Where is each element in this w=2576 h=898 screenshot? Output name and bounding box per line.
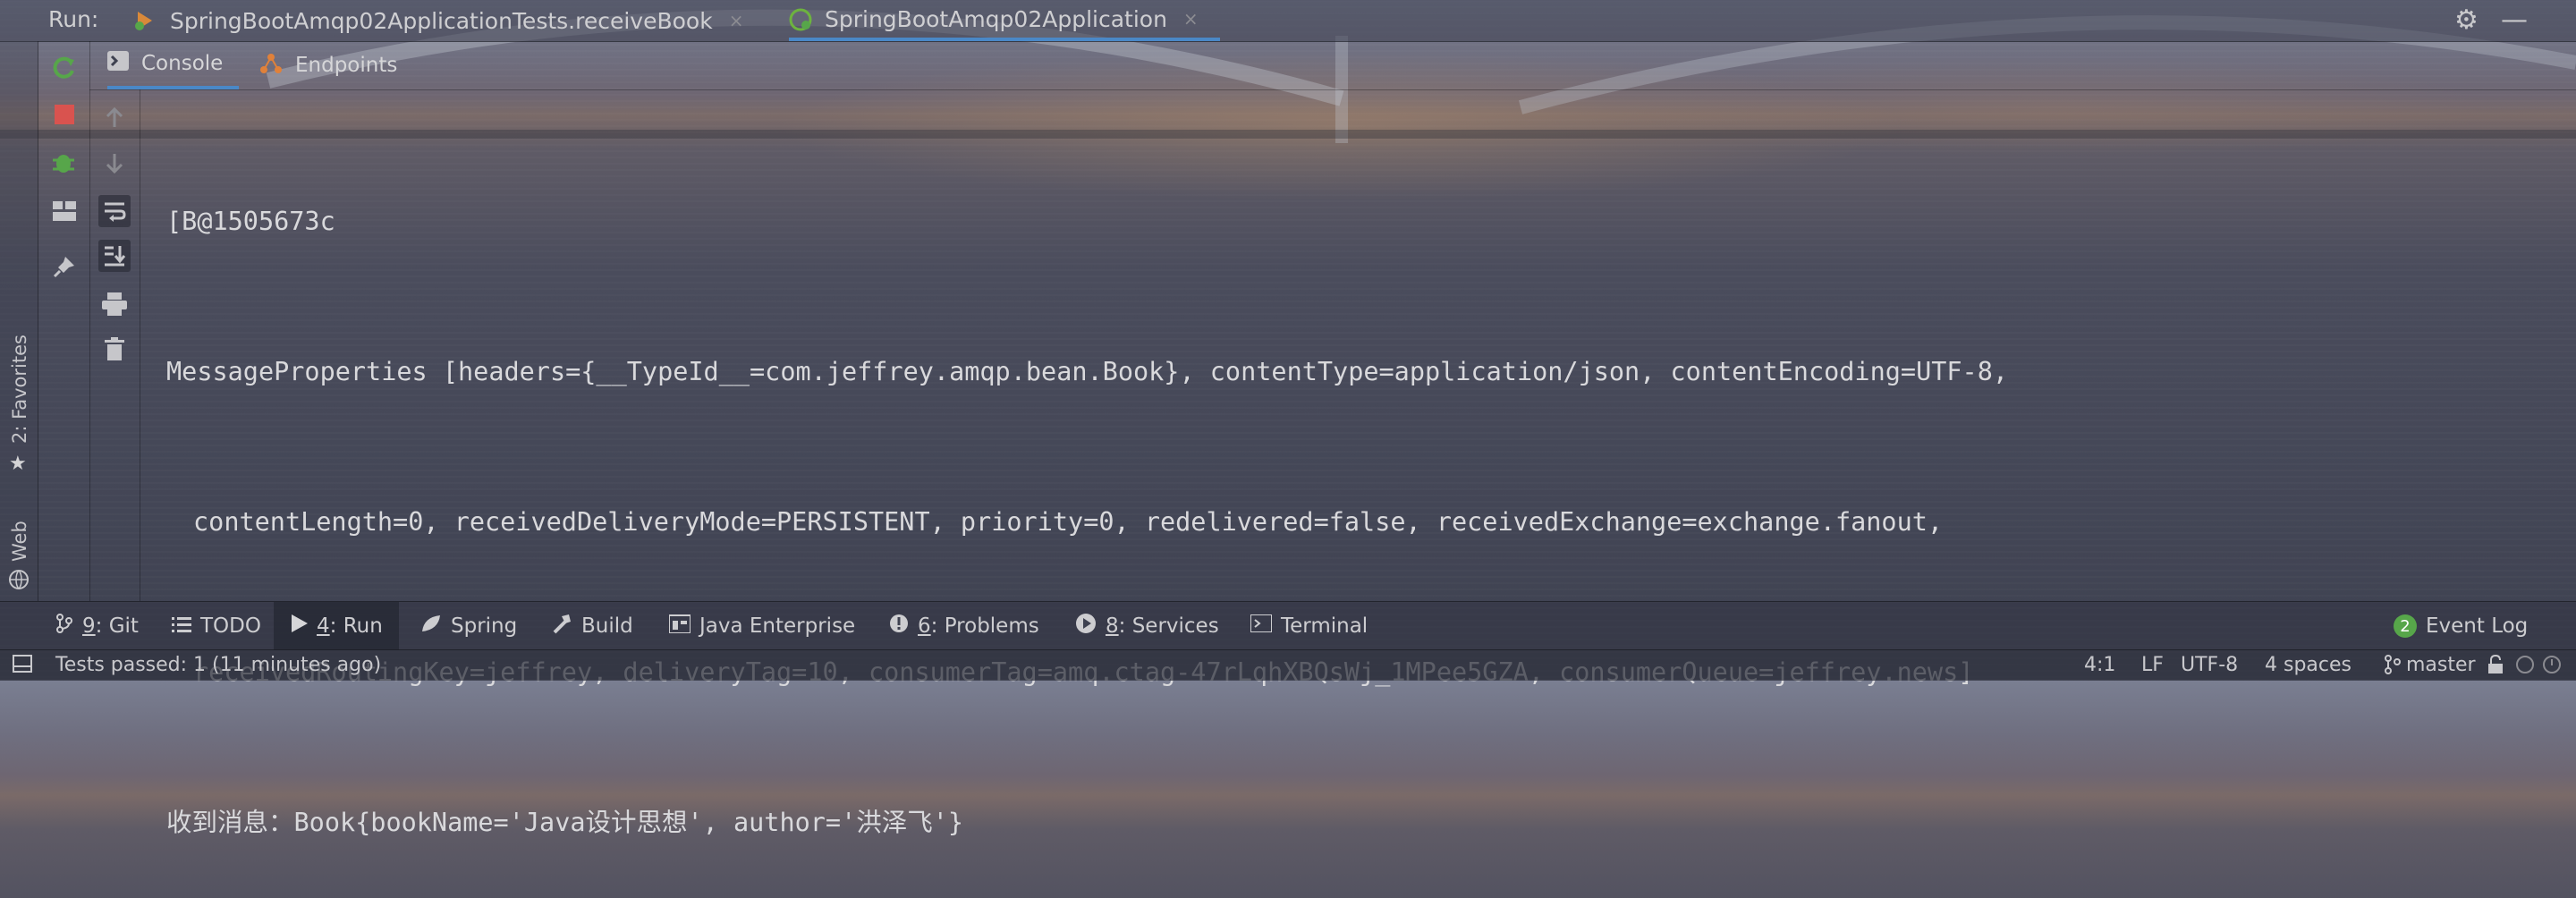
run-tab-label: SpringBootAmqp02ApplicationTests.receive… [170, 7, 713, 34]
lock-icon[interactable] [2487, 654, 2504, 680]
tab-endpoints[interactable]: Endpoints [259, 41, 397, 89]
console-tabs: Console Endpoints [89, 41, 2576, 90]
trash-icon[interactable] [98, 333, 131, 365]
run-toolbar [38, 41, 90, 601]
tool-window-label: Spring [451, 614, 518, 638]
tool-window-label: : Git [95, 614, 139, 638]
tool-window-todo[interactable]: TODO [172, 602, 261, 650]
run-tab-label: SpringBootAmqp02Application [825, 5, 1167, 32]
mnemonic: 6 [918, 614, 931, 638]
services-icon [1075, 613, 1097, 640]
console-output[interactable]: [B@1505673c MessageProperties [headers={… [166, 97, 2546, 898]
console-toolbar [89, 89, 140, 601]
globe-icon [8, 569, 30, 594]
endpoints-icon [259, 51, 283, 80]
status-message[interactable]: Tests passed: 1 (11 minutes ago) [55, 654, 381, 676]
stop-icon[interactable] [48, 98, 80, 131]
event-log-badge: 2 [2394, 614, 2417, 638]
tool-window-label: Event Log [2426, 614, 2529, 638]
indent-setting[interactable]: 4 spaces [2265, 654, 2351, 676]
test-run-icon [134, 10, 156, 31]
console-line: contentLength=0, receivedDeliveryMode=PE… [193, 507, 1944, 537]
run-icon [292, 614, 308, 638]
favorites-tab[interactable]: 2: Favorites [9, 335, 30, 444]
tool-window-bar: 9: Git TODO 4: Run Spring Build Java Ent… [0, 601, 2576, 650]
todo-icon [172, 614, 191, 638]
web-tab[interactable]: Web [9, 521, 30, 562]
problems-icon [889, 614, 909, 639]
tool-window-java-enterprise[interactable]: Java Enterprise [668, 602, 856, 650]
arrow-up-icon[interactable] [98, 102, 131, 134]
file-encoding[interactable]: UTF-8 [2181, 654, 2238, 676]
soft-wrap-icon[interactable] [98, 195, 131, 227]
run-tab-application[interactable]: SpringBootAmqp02Application × [789, 0, 1220, 41]
tool-window-git[interactable]: 9: Git [55, 602, 139, 650]
status-bar: Tests passed: 1 (11 minutes ago) 4:1 LF … [0, 649, 2576, 681]
gear-icon[interactable]: ⚙ [2454, 4, 2479, 36]
java-enterprise-icon [668, 614, 691, 639]
tab-label: Endpoints [295, 54, 398, 77]
build-icon [551, 613, 572, 640]
tool-window-problems[interactable]: 6: Problems [889, 602, 1039, 650]
run-tool-window-header: Run: SpringBootAmqp02ApplicationTests.re… [0, 0, 2576, 42]
console-line: 收到消息：Book{bookName='Java设计思想', author='洪… [166, 808, 964, 837]
tool-window-label: Build [581, 614, 633, 638]
tab-console[interactable]: Console [107, 41, 240, 89]
event-log[interactable]: 2 Event Log [2394, 602, 2528, 650]
tool-window-label: : Run [329, 614, 383, 638]
mnemonic: 4 [317, 614, 330, 638]
favorites-sidebar: 2: Favorites ★ Web [0, 41, 38, 601]
notifications-icon[interactable] [2542, 655, 2562, 680]
mnemonic: 9 [82, 614, 96, 638]
close-icon[interactable]: × [1183, 8, 1199, 30]
tool-window-build[interactable]: Build [551, 602, 633, 650]
tool-window-services[interactable]: 8: Services [1075, 602, 1219, 650]
tool-window-label: Java Enterprise [699, 614, 856, 638]
git-branch[interactable]: master [2406, 654, 2476, 676]
run-label: Run: [48, 6, 99, 32]
pin-icon[interactable] [48, 250, 80, 283]
star-icon: ★ [9, 453, 27, 475]
tool-window-run[interactable]: 4: Run [274, 602, 399, 650]
spring-boot-icon [789, 8, 812, 31]
spring-icon [420, 614, 442, 639]
mnemonic: 8 [1106, 614, 1119, 638]
run-tab-tests[interactable]: SpringBootAmqp02ApplicationTests.receive… [134, 0, 743, 41]
tool-window-label: : Services [1118, 614, 1219, 638]
tool-window-label: Terminal [1281, 614, 1368, 638]
tab-label: Console [141, 52, 224, 75]
caret-position[interactable]: 4:1 [2084, 654, 2115, 676]
tool-window-label: TODO [200, 614, 261, 638]
terminal-icon [1250, 614, 1273, 638]
arrow-down-icon[interactable] [98, 147, 131, 179]
tool-window-label: : Problems [930, 614, 1039, 638]
line-separator[interactable]: LF [2141, 654, 2164, 676]
console-line: [B@1505673c [166, 207, 335, 236]
close-icon[interactable]: × [729, 10, 744, 31]
tool-window-spring[interactable]: Spring [420, 602, 517, 650]
console-icon [107, 51, 129, 76]
tool-window-terminal[interactable]: Terminal [1250, 602, 1368, 650]
toggle-tool-windows-icon[interactable] [13, 655, 32, 678]
layout-icon[interactable] [48, 195, 80, 227]
branch-icon [2385, 655, 2401, 680]
git-icon [55, 614, 73, 639]
rerun-icon[interactable] [48, 52, 80, 84]
memory-indicator-icon [2515, 655, 2535, 680]
debug-icon[interactable] [48, 147, 80, 179]
scroll-to-end-icon[interactable] [98, 240, 131, 272]
minimize-icon[interactable]: — [2501, 4, 2528, 36]
print-icon[interactable] [98, 288, 131, 320]
console-line: MessageProperties [headers={__TypeId__=c… [166, 357, 2009, 386]
